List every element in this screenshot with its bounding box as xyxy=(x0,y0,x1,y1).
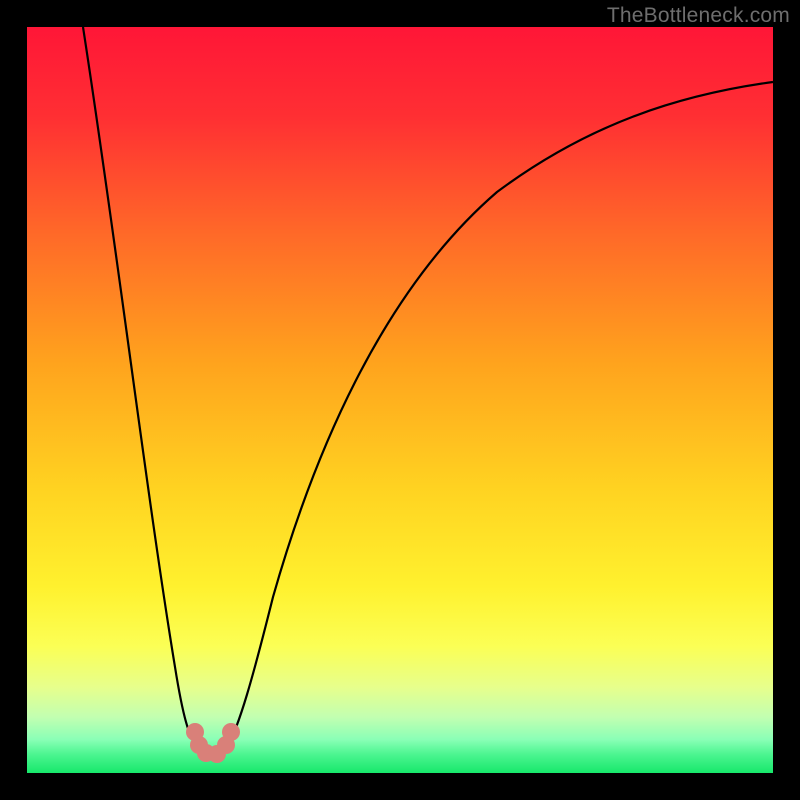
watermark-text: TheBottleneck.com xyxy=(607,4,790,28)
bottleneck-curve xyxy=(27,27,773,773)
plot-area xyxy=(27,27,773,773)
chart-frame: TheBottleneck.com xyxy=(0,0,800,800)
optimal-marker-cluster xyxy=(186,723,240,763)
